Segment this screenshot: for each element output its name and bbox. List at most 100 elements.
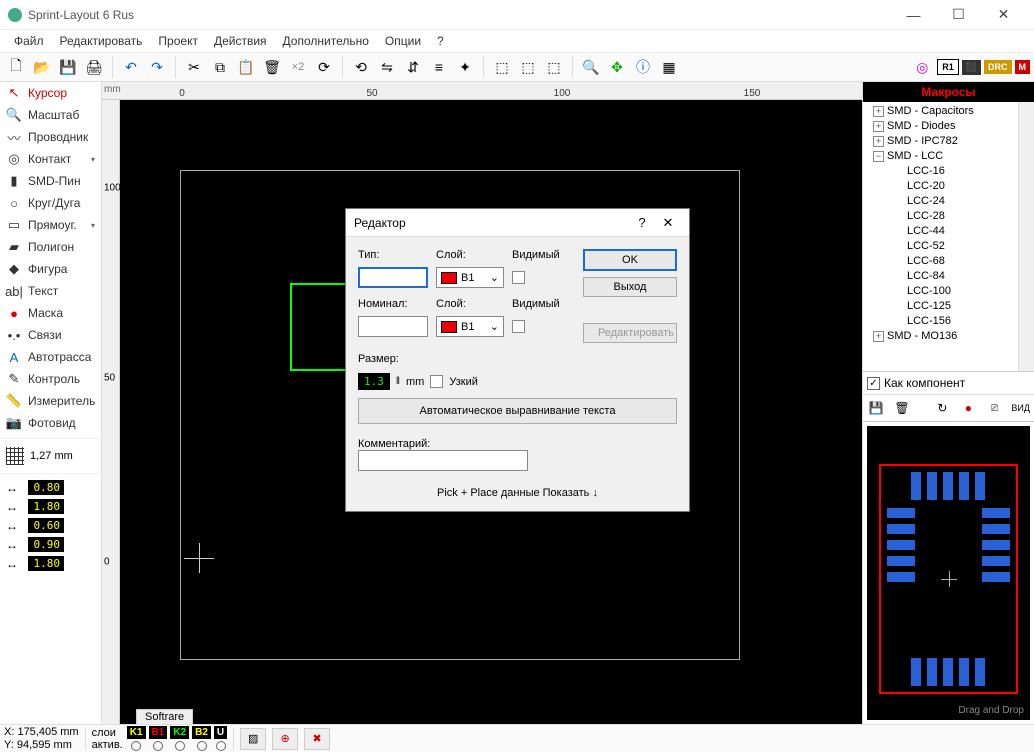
minimize-button[interactable]: — — [891, 1, 936, 29]
sb-btn-3[interactable]: ✖ — [304, 728, 330, 750]
tree-item[interactable]: LCC-24 — [865, 194, 1032, 209]
tool-масштаб[interactable]: 🔍Масштаб — [0, 104, 101, 126]
tree-item[interactable]: +SMD - MO136 — [865, 329, 1032, 344]
menu-file[interactable]: Файл — [6, 32, 52, 50]
auto-align-button[interactable]: Автоматическое выравнивание текста — [358, 398, 677, 424]
tool-прямоуг.[interactable]: ▭Прямоуг.▾ — [0, 214, 101, 236]
tool-контакт[interactable]: ◎Контакт▾ — [0, 148, 101, 170]
narrow-checkbox[interactable] — [430, 375, 443, 388]
dialog-titlebar[interactable]: Редактор ? ✕ — [346, 209, 689, 237]
rotate-macro-icon[interactable]: ↻ — [933, 399, 951, 417]
maximize-button[interactable]: ☐ — [936, 1, 981, 29]
sb-btn-1[interactable]: ▨ — [240, 728, 266, 750]
tree-item[interactable]: +SMD - Diodes — [865, 119, 1032, 134]
paste-icon[interactable]: 📋 — [234, 55, 258, 79]
dot-badge[interactable]: ⬛ — [962, 60, 981, 75]
info-icon[interactable]: ⓘ — [631, 55, 655, 79]
rotate-icon[interactable]: ⟲ — [349, 55, 373, 79]
save-macro-icon[interactable]: 💾 — [867, 399, 885, 417]
record-icon[interactable]: ● — [959, 399, 977, 417]
param-2[interactable]: ↔0.60 — [0, 516, 101, 535]
tool-измеритель[interactable]: 📏Измеритель — [0, 390, 101, 412]
visible-checkbox-1[interactable] — [512, 271, 525, 284]
flip-v-icon[interactable]: ⇵ — [401, 55, 425, 79]
menu-extra[interactable]: Дополнительно — [275, 32, 377, 50]
tree-item[interactable]: LCC-125 — [865, 299, 1032, 314]
print-icon[interactable]: 🖨 — [82, 55, 106, 79]
menu-actions[interactable]: Действия — [206, 32, 275, 50]
param-0[interactable]: ↔0.80 — [0, 478, 101, 497]
tool-проводник[interactable]: 〰Проводник — [0, 126, 101, 148]
tree-item[interactable]: +SMD - IPC782 — [865, 134, 1032, 149]
tree-item[interactable]: LCC-28 — [865, 209, 1032, 224]
ungroup-icon[interactable]: ⬚ — [516, 55, 540, 79]
sb-btn-2[interactable]: ⊕ — [272, 728, 298, 750]
menu-edit[interactable]: Редактировать — [52, 32, 151, 50]
copy-icon[interactable]: ⧉ — [208, 55, 232, 79]
tool-круг/дуга[interactable]: ○Круг/Дуга — [0, 192, 101, 214]
param-3[interactable]: ↔0.90 — [0, 535, 101, 554]
tree-item[interactable]: LCC-52 — [865, 239, 1032, 254]
ok-button[interactable]: OK — [583, 249, 677, 271]
menu-project[interactable]: Проект — [150, 32, 206, 50]
menu-help[interactable]: ? — [429, 32, 452, 50]
macro-tree[interactable]: +SMD - Capacitors+SMD - Diodes+SMD - IPC… — [863, 102, 1034, 372]
lock-icon[interactable]: ⬚ — [542, 55, 566, 79]
tool-фотовид[interactable]: 📷Фотовид — [0, 412, 101, 434]
tool-курсор[interactable]: ↖Курсор — [0, 82, 101, 104]
param-4[interactable]: ↔1.80 — [0, 554, 101, 573]
exit-button[interactable]: Выход — [583, 277, 677, 297]
nominal-input[interactable] — [358, 316, 428, 337]
zoom-icon[interactable]: 🔍 — [579, 55, 603, 79]
dialog-close-icon[interactable]: ✕ — [655, 215, 681, 231]
dialog-help-icon[interactable]: ? — [629, 215, 655, 230]
tool-фигура[interactable]: ◆Фигура — [0, 258, 101, 280]
tool-связи[interactable]: •.•Связи — [0, 324, 101, 346]
comment-input[interactable] — [358, 450, 528, 471]
redo-icon[interactable]: ↷ — [145, 55, 169, 79]
tree-item[interactable]: +SMD - Capacitors — [865, 104, 1032, 119]
save-icon[interactable]: 💾 — [56, 55, 80, 79]
fit-icon[interactable]: ✥ — [605, 55, 629, 79]
new-icon[interactable]: 🗋 — [4, 55, 28, 79]
r1-badge[interactable]: R1 — [937, 59, 959, 75]
visible-checkbox-2[interactable] — [512, 320, 525, 333]
tool-текст[interactable]: ab|Текст — [0, 280, 101, 302]
pick-place-toggle[interactable]: Pick + Place данные Показать ↓ — [358, 487, 677, 499]
x2-icon[interactable]: ×2 — [286, 55, 310, 79]
group-icon[interactable]: ⬚ — [490, 55, 514, 79]
hatch-icon[interactable]: ▦ — [657, 55, 681, 79]
menu-options[interactable]: Опции — [377, 32, 429, 50]
as-component-checkbox[interactable]: ✓ — [867, 377, 880, 390]
view-icon[interactable]: ⎚ — [985, 399, 1003, 417]
tree-item[interactable]: LCC-68 — [865, 254, 1032, 269]
layer-select-1[interactable]: B1⌄ — [436, 267, 504, 288]
tool-маска[interactable]: ●Маска — [0, 302, 101, 324]
close-button[interactable]: ✕ — [981, 1, 1026, 29]
undo-icon[interactable]: ↶ — [119, 55, 143, 79]
tree-item[interactable]: LCC-20 — [865, 179, 1032, 194]
layer-select-2[interactable]: B1⌄ — [436, 316, 504, 337]
delete-macro-icon[interactable]: 🗑 — [893, 399, 911, 417]
type-input[interactable] — [358, 267, 428, 288]
tree-scrollbar[interactable] — [1018, 102, 1034, 371]
tree-item[interactable]: LCC-84 — [865, 269, 1032, 284]
align-icon[interactable]: ≡ — [427, 55, 451, 79]
tool-полигон[interactable]: ▰Полигон — [0, 236, 101, 258]
tool-контроль[interactable]: ✎Контроль — [0, 368, 101, 390]
target-icon[interactable]: ◎ — [910, 55, 934, 79]
sheet-tab[interactable]: Softrare — [136, 709, 193, 724]
delete-icon[interactable]: 🗑 — [260, 55, 284, 79]
refresh-icon[interactable]: ⟳ — [312, 55, 336, 79]
tree-item[interactable]: LCC-100 — [865, 284, 1032, 299]
snap-icon[interactable]: ✦ — [453, 55, 477, 79]
tool-smd-пин[interactable]: ▮SMD-Пин — [0, 170, 101, 192]
macro-preview[interactable]: Drag and Drop — [867, 426, 1030, 720]
edit-button[interactable]: Редактировать — [583, 323, 677, 343]
cut-icon[interactable]: ✂ — [182, 55, 206, 79]
param-1[interactable]: ↔1.80 — [0, 497, 101, 516]
size-value[interactable]: 1.3 — [358, 373, 390, 390]
m-badge[interactable]: M — [1015, 60, 1031, 74]
tree-item[interactable]: −SMD - LCC — [865, 149, 1032, 164]
open-icon[interactable]: 📂 — [30, 55, 54, 79]
